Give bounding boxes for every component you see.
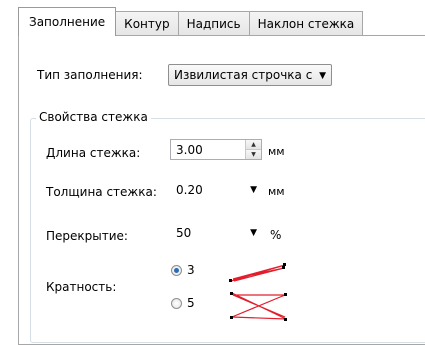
stitch-length-unit: мм <box>268 145 285 158</box>
tab-outline[interactable]: Контур <box>115 11 179 36</box>
tab-label-label: Надпись <box>186 17 241 31</box>
stitch-thickness-label: Толщина стежка: <box>46 185 157 199</box>
tab-fill[interactable]: Заполнение <box>18 7 117 36</box>
chevron-down-icon: ▼ <box>250 228 257 238</box>
tab-label[interactable]: Надпись <box>177 11 250 36</box>
tab-strip: Заполнение Контур Надпись Наклон стежка <box>18 7 364 36</box>
tab-stitch-angle[interactable]: Наклон стежка <box>248 11 364 36</box>
triple-stitch-pattern-icon <box>229 263 286 282</box>
spin-up-icon[interactable]: ▲ <box>246 140 261 150</box>
stitch-properties-title: Свойства стежка <box>36 110 151 124</box>
stitch-thickness-unit: мм <box>268 185 285 198</box>
overlap-dropdown[interactable]: 50 ▼ <box>170 222 264 244</box>
overlap-unit: % <box>270 228 282 242</box>
multiplicity-radio-5[interactable] <box>171 298 182 309</box>
stitch-thickness-value: 0.20 <box>176 183 203 197</box>
fivefold-stitch-pattern-icon <box>230 292 287 321</box>
stitch-length-value: 3.00 <box>176 142 203 157</box>
multiplicity-option-3-label: 3 <box>187 263 195 277</box>
chevron-down-icon: ▼ <box>319 71 326 81</box>
multiplicity-radio-3[interactable] <box>171 265 182 276</box>
overlap-label: Перекрытие: <box>46 229 128 243</box>
spin-down-icon[interactable]: ▼ <box>246 150 261 159</box>
stitch-length-spinner[interactable]: 3.00 ▲ ▼ <box>170 139 262 160</box>
tab-stitch-angle-label: Наклон стежка <box>257 17 355 31</box>
fill-type-value: Извилистая строчка с во <box>174 68 312 82</box>
fill-type-label: Тип заполнения: <box>37 68 143 82</box>
spinner-buttons[interactable]: ▲ ▼ <box>245 140 261 159</box>
stitch-length-label: Длина стежка: <box>46 146 141 160</box>
stitch-thickness-dropdown[interactable]: 0.20 ▼ <box>170 179 264 201</box>
fill-type-dropdown[interactable]: Извилистая строчка с во ▼ <box>168 64 332 86</box>
tab-outline-label: Контур <box>124 17 170 31</box>
multiplicity-label: Кратность: <box>46 280 117 294</box>
multiplicity-option-5-label: 5 <box>187 296 195 310</box>
overlap-value: 50 <box>176 226 192 240</box>
tab-fill-label: Заполнение <box>29 15 106 29</box>
chevron-down-icon: ▼ <box>250 185 257 195</box>
